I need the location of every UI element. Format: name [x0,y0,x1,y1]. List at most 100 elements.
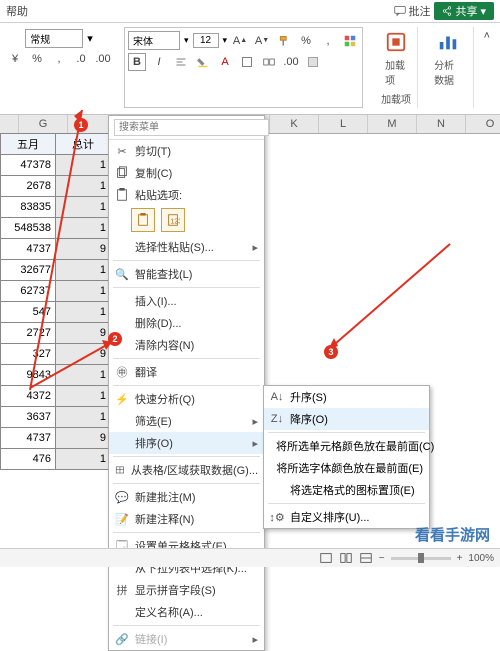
cell[interactable]: 1 [56,407,111,428]
cell[interactable]: 1 [56,302,111,323]
comma-icon[interactable]: , [50,50,68,68]
cell[interactable]: 2727 [1,323,56,344]
decrease-decimal-icon[interactable]: .00 [94,50,112,68]
increase-decimal-icon[interactable]: .0 [72,50,90,68]
cell[interactable]: 1 [56,365,111,386]
ribbon-collapse-icon[interactable]: ˄ [480,27,494,45]
decrease-font-icon[interactable]: A▼ [253,32,271,50]
col-header[interactable]: L [319,115,368,133]
decimal-icon[interactable]: .00 [282,53,300,71]
cell[interactable]: 4737 [1,239,56,260]
submenu-fontcolor[interactable]: 将所选字体颜色放在最前面(E) [264,457,429,479]
header-cell[interactable]: 五月 [1,134,56,155]
number-format-select[interactable]: 常规 [25,29,83,48]
zoom-out-icon[interactable]: − [379,553,385,564]
menu-translate[interactable]: ㊥ 翻译 [109,361,264,383]
fill-color-icon[interactable] [194,53,212,71]
menu-smart-lookup[interactable]: 🔍 智能查找(L) [109,263,264,285]
submenu-custom-sort[interactable]: ↕⚙ 自定义排序(U)... [264,506,429,528]
cell[interactable]: 47378 [1,155,56,176]
font-color-icon[interactable]: A [216,53,234,71]
menu-quick-analysis[interactable]: ⚡ 快速分析(Q) [109,388,264,410]
menu-sort[interactable]: 排序(O) ▸ [109,432,264,454]
cell[interactable]: 9 [56,323,111,344]
cell[interactable]: 1 [56,218,111,239]
zoom-slider[interactable] [391,557,451,560]
zoom-in-icon[interactable]: + [457,553,463,564]
view-pagebreak-icon[interactable] [359,551,373,565]
increase-font-icon[interactable]: A▲ [231,32,249,50]
cell[interactable]: 1 [56,281,111,302]
cell[interactable]: 83835 [1,197,56,218]
cell[interactable]: 32677 [1,260,56,281]
cell[interactable]: 327 [1,344,56,365]
percent-icon[interactable]: % [297,32,315,50]
view-layout-icon[interactable] [339,551,353,565]
col-header[interactable]: M [368,115,417,133]
menu-pinyin[interactable]: 拼 显示拼音字段(S) [109,579,264,601]
format-icon[interactable] [304,53,322,71]
chevron-down-icon[interactable]: ▾ [87,32,93,45]
cell[interactable]: 1 [56,386,111,407]
align-icon[interactable] [172,53,190,71]
cell[interactable]: 547 [1,302,56,323]
header-cell[interactable]: 总计 [56,134,111,155]
cell[interactable]: 9843 [1,365,56,386]
conditional-format-icon[interactable] [341,32,359,50]
data-grid[interactable]: 五月 总计 4737812678183835154853814737932677… [0,133,111,470]
cell[interactable]: 1 [56,260,111,281]
menu-delete[interactable]: 删除(D)... [109,312,264,334]
submenu-icon-top[interactable]: 将选定格式的图标置顶(E) [264,479,429,501]
cell[interactable]: 62737 [1,281,56,302]
menu-cut[interactable]: ✂ 剪切(T) [109,140,264,162]
menu-search[interactable] [109,116,264,140]
chevron-down-icon[interactable]: ▾ [223,35,228,46]
addins-button[interactable]: 加载项 [381,29,411,89]
submenu-asc[interactable]: A↓ 升序(S) [264,386,429,408]
worksheet[interactable]: G K L M N O 五月 总计 4737812678183835154853… [0,115,500,562]
menu-insert[interactable]: 插入(I)... [109,290,264,312]
menu-new-comment[interactable]: 💬 新建批注(M) [109,486,264,508]
help-menu[interactable]: 帮助 [6,3,394,19]
menu-filter[interactable]: 筛选(E) ▸ [109,410,264,432]
paste-option-normal[interactable] [131,208,155,232]
cell[interactable]: 1 [56,155,111,176]
currency-icon[interactable]: ¥ [6,50,24,68]
comma-icon[interactable]: , [319,32,337,50]
col-header[interactable]: N [417,115,466,133]
menu-define-name[interactable]: 定义名称(A)... [109,601,264,623]
menu-new-note[interactable]: 📝 新建注释(N) [109,508,264,530]
menu-search-input[interactable] [114,119,269,136]
submenu-desc[interactable]: Z↓ 降序(O) [264,408,429,430]
col-header[interactable]: O [466,115,500,133]
view-normal-icon[interactable] [319,551,333,565]
submenu-cellcolor[interactable]: 将所选单元格颜色放在最前面(C) [264,435,429,457]
italic-icon[interactable]: I [150,53,168,71]
zoom-level[interactable]: 100% [468,553,494,564]
border-icon[interactable] [238,53,256,71]
menu-clear[interactable]: 清除内容(N) [109,334,264,356]
menu-copy[interactable]: 复制(C) [109,162,264,184]
cell[interactable]: 9 [56,344,111,365]
comments-button[interactable]: 批注 [394,3,430,19]
cell[interactable]: 9 [56,428,111,449]
font-name-select[interactable]: 宋体 [128,31,180,50]
paste-option-values[interactable]: 123 [161,208,185,232]
percent-icon[interactable]: % [28,50,46,68]
chevron-down-icon[interactable]: ▾ [184,35,189,46]
cell[interactable]: 3637 [1,407,56,428]
share-button[interactable]: 共享 ▾ [434,2,494,20]
format-painter-icon[interactable] [275,32,293,50]
menu-get-data[interactable]: 从表格/区域获取数据(G)... [109,459,264,481]
menu-paste-special[interactable]: 选择性粘贴(S)... ▸ [109,236,264,258]
cell[interactable]: 2678 [1,176,56,197]
merge-icon[interactable] [260,53,278,71]
col-header[interactable]: K [270,115,319,133]
cell[interactable]: 4737 [1,428,56,449]
bold-icon[interactable]: B [128,53,146,71]
font-size-select[interactable]: 12 [193,33,219,48]
cell[interactable]: 1 [56,176,111,197]
col-header[interactable]: G [19,115,68,133]
cell[interactable]: 1 [56,197,111,218]
cell[interactable]: 9 [56,239,111,260]
